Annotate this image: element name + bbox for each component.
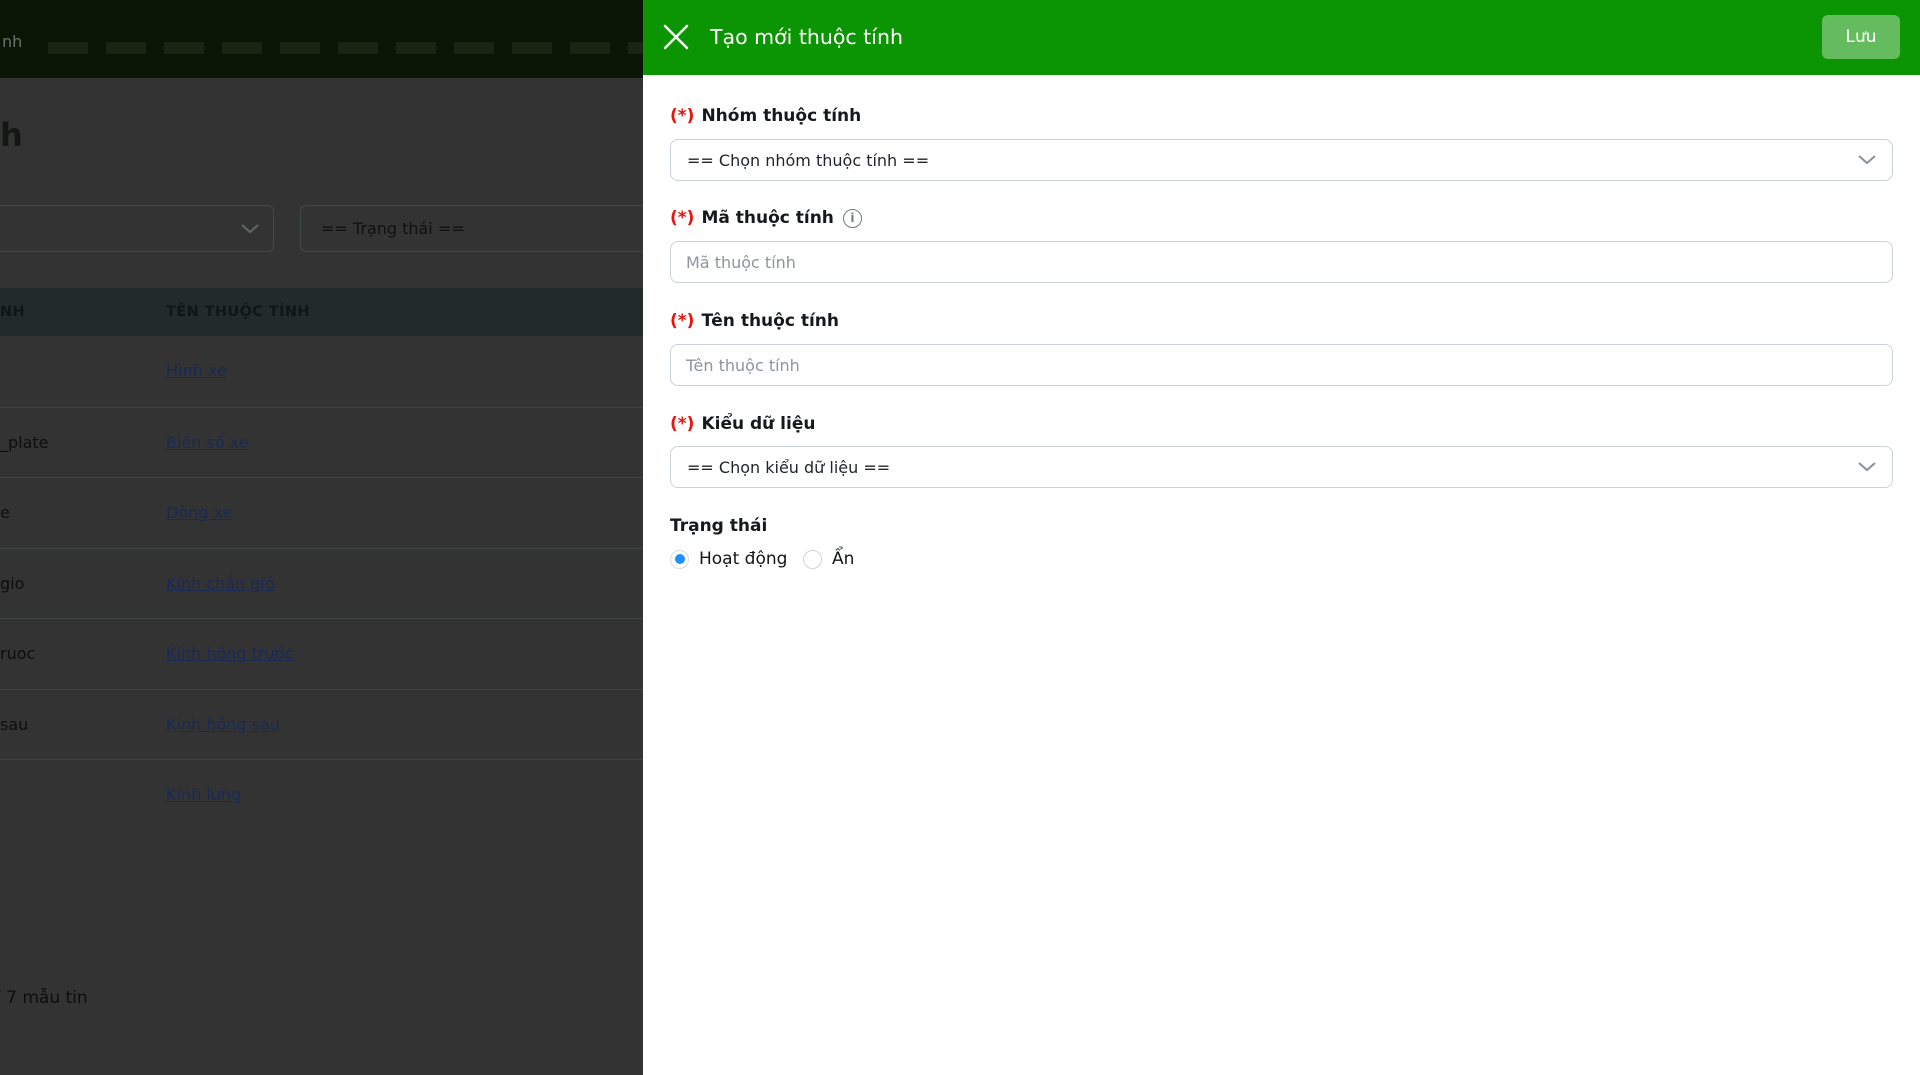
status-field-label: Trạng thái [670,516,767,536]
chevron-down-icon [1858,462,1876,472]
attribute-name-link: Kính lưng [166,785,242,804]
table-row: _plate Biển số xe [0,406,643,478]
attribute-name-link: Kính hông trước [166,644,294,663]
table-header-row: NH TÊN THUỘC TÍNH [0,288,643,336]
table-row: e Dòng xe [0,477,643,548]
radio-selected-icon [670,549,689,569]
table-row: gio Kính chắn gió [0,547,643,619]
attribute-name-link: Kính hông sau [166,714,280,734]
radio-label-active: Hoạt động [699,549,788,569]
code-label-text: Mã thuộc tính [701,208,834,228]
navbar-text-fragment: nh [2,32,23,51]
required-marker: (*) [670,311,695,331]
group-label-text: Nhóm thuộc tính [701,106,862,126]
top-navbar-dimmed: nh [0,0,643,78]
group-field-label: (*) Nhóm thuộc tính [670,106,861,126]
page-title-fragment: h [0,116,23,154]
status-label-text: Trạng thái [670,516,768,536]
datatype-select-value: == Chọn kiểu dữ liệu == [687,457,891,477]
table-row: ruoc Kính hông trước [0,618,643,689]
chevron-down-icon [241,223,259,234]
status-radio-active[interactable]: Hoạt động [670,549,787,569]
attribute-code-cell: ruoc [0,644,36,663]
datatype-label-text: Kiểu dữ liệu [701,414,816,434]
table-row: sau Kính hông sau [0,688,643,760]
attribute-code-cell: gio [0,573,25,593]
column-header-code: NH [0,304,26,320]
drawer-title: Tạo mới thuộc tính [710,25,903,49]
attribute-code-cell: _plate [0,432,49,452]
close-button[interactable] [659,21,693,55]
status-radio-hidden[interactable]: Ẩn [803,549,854,569]
radio-unselected-icon [803,549,822,569]
required-marker: (*) [670,414,695,434]
table-row: Hình xe [0,336,643,407]
attribute-code-cell: sau [0,714,29,734]
code-field-label: (*) Mã thuộc tính i [670,208,862,228]
radio-label-hidden: Ẩn [832,549,855,569]
drawer-header: Tạo mới thuộc tính Lưu [643,0,1920,75]
save-button[interactable]: Lưu [1822,15,1900,59]
attribute-name-link: Kính chắn gió [166,573,275,593]
attribute-name-link: Hình xe [166,361,227,380]
filter-dropdown-group [0,205,274,252]
column-header-name: TÊN THUỘC TÍNH [166,304,310,320]
datatype-field-label: (*) Kiểu dữ liệu [670,414,815,434]
required-marker: (*) [670,208,695,228]
required-marker: (*) [670,106,695,126]
filter-dropdown-status: == Trạng thái == [300,205,643,252]
table-row: Kính lưng [0,759,643,830]
name-field-label: (*) Tên thuộc tính [670,311,839,331]
create-attribute-drawer: Tạo mới thuộc tính Lưu (*) Nhóm thuộc tí… [643,0,1920,1075]
attribute-table: Hình xe _plate Biển số xe e Dòng xe gio … [0,336,643,830]
group-select-value: == Chọn nhóm thuộc tính == [687,150,930,170]
info-icon[interactable]: i [842,208,862,228]
close-icon [662,23,690,54]
modal-overlay-backdrop[interactable]: nh h == Trạng thái == NH TÊN THUỘC TÍNH … [0,0,643,1075]
attribute-name-input[interactable] [670,344,1893,386]
navbar-menu-dimmed [48,42,643,54]
datatype-select[interactable]: == Chọn kiểu dữ liệu == [670,446,1893,488]
chevron-down-icon [1858,155,1876,165]
attribute-code-input[interactable] [670,241,1893,283]
attribute-name-link: Biển số xe [166,432,249,452]
screen: nh h == Trạng thái == NH TÊN THUỘC TÍNH … [0,0,1920,1075]
pagination-record-count: / 7 mẫu tin [0,988,88,1008]
attribute-name-link: Dòng xe [166,503,233,522]
attribute-code-cell: e [0,503,10,522]
attribute-group-select[interactable]: == Chọn nhóm thuộc tính == [670,139,1893,181]
filter-status-value: == Trạng thái == [321,219,465,238]
name-label-text: Tên thuộc tính [701,311,839,331]
